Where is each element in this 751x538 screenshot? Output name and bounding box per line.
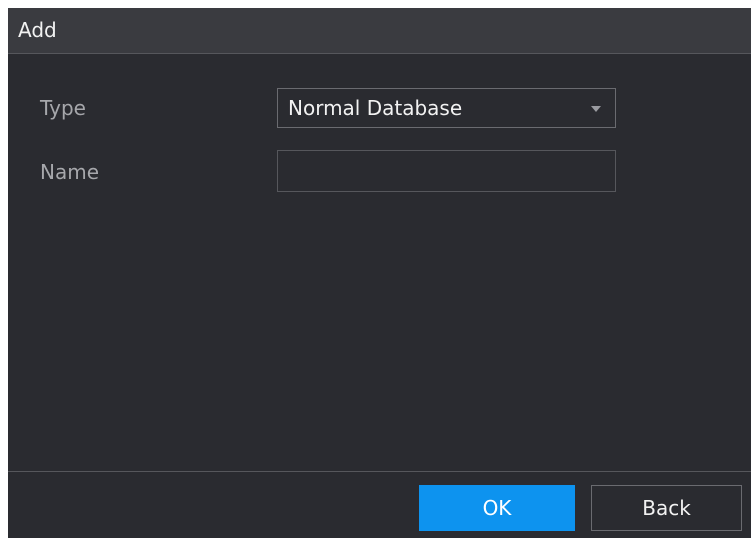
ok-button[interactable]: OK <box>419 485 575 531</box>
dialog-titlebar: Add <box>8 8 751 54</box>
type-label: Type <box>40 96 86 120</box>
name-label: Name <box>40 160 100 184</box>
back-button[interactable]: Back <box>591 485 742 531</box>
type-select[interactable]: Normal Database <box>277 88 616 128</box>
chevron-down-icon[interactable] <box>591 106 601 112</box>
footer-divider <box>8 471 751 472</box>
type-select-value: Normal Database <box>288 96 463 120</box>
dialog-title: Add <box>18 18 57 42</box>
name-input[interactable] <box>277 150 616 192</box>
add-dialog: Add Type Normal Database Name OK Back <box>8 8 751 538</box>
